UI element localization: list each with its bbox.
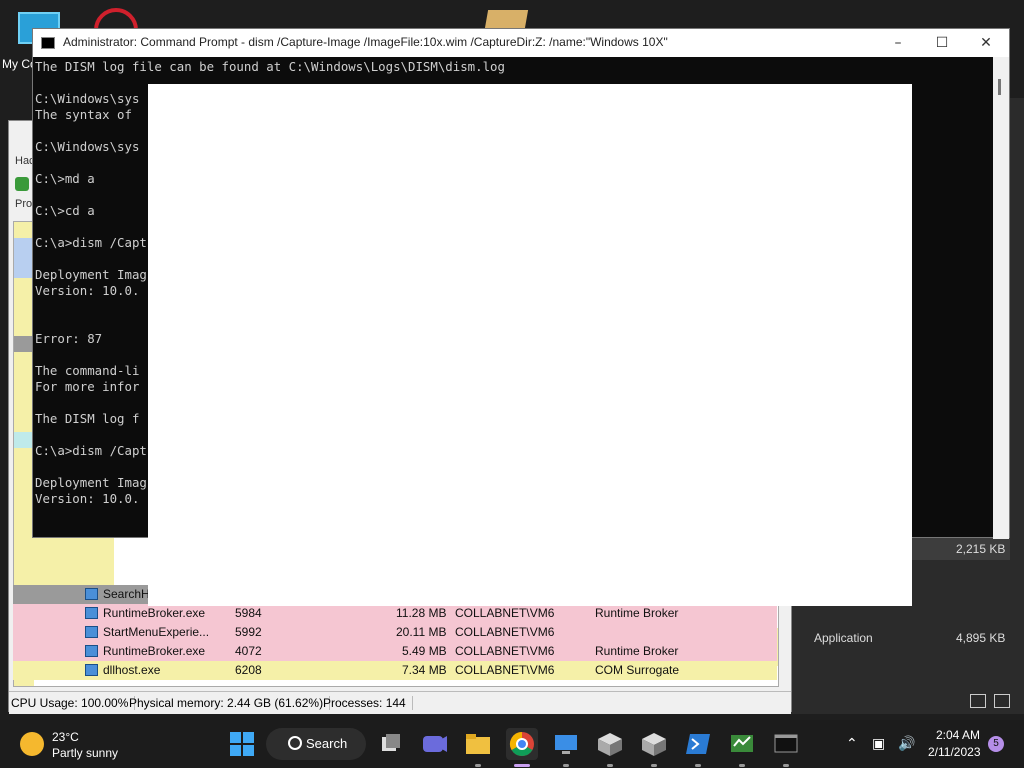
chevron-up-icon[interactable]: ⌃ xyxy=(846,736,858,752)
table-row[interactable]: RuntimeBroker.exe 5984 11.28 MB COLLABNE… xyxy=(13,604,777,623)
process-name: RuntimeBroker.exe xyxy=(103,606,206,620)
table-row[interactable]: RuntimeBroker.exe 4072 5.49 MB COLLABNET… xyxy=(13,642,777,661)
process-icon xyxy=(85,588,98,600)
process-user: COLLABNET\VM6 xyxy=(455,663,555,677)
cpu-usage: CPU Usage: 100.00% xyxy=(11,696,136,710)
terminal-icon[interactable] xyxy=(770,728,802,760)
clock-date[interactable]: 2/11/2023 xyxy=(928,745,981,759)
process-pid: 5992 xyxy=(235,625,262,639)
maximize-button[interactable]: ☐ xyxy=(927,33,957,53)
taskbar: 23°C Partly sunny Search ⌃ ▣ 🔊 2:04 AM 2… xyxy=(0,720,1024,768)
details-value: 4,895 KB xyxy=(956,631,1006,645)
package-app-icon[interactable] xyxy=(594,728,626,760)
process-name: StartMenuExperie... xyxy=(103,625,210,639)
details-view-icon[interactable] xyxy=(994,694,1010,708)
console-line: The DISM log file can be found at C:\Win… xyxy=(35,59,505,74)
list-view-icon[interactable] xyxy=(970,694,986,708)
process-count: Processes: 144 xyxy=(323,696,413,710)
scrollbar-thumb[interactable] xyxy=(998,79,1001,95)
notification-badge[interactable]: 5 xyxy=(988,736,1004,752)
package-app-icon-2[interactable] xyxy=(638,728,670,760)
start-icon[interactable] xyxy=(226,728,258,760)
scrollbar[interactable] xyxy=(993,57,1009,539)
process-description: Runtime Broker xyxy=(595,606,679,620)
system-monitor-icon[interactable] xyxy=(726,728,758,760)
title-bar[interactable]: Administrator: Command Prompt - dism /Ca… xyxy=(33,29,1009,57)
process-name: RuntimeBroker.exe xyxy=(103,644,206,658)
details-value: 2,215 KB xyxy=(956,542,1006,556)
process-icon xyxy=(85,626,98,638)
powershell-icon[interactable] xyxy=(682,728,714,760)
remote-desktop-icon[interactable] xyxy=(550,728,582,760)
physical-memory: Physical memory: 2.44 GB (61.62%) xyxy=(129,696,331,710)
process-pid: 5984 xyxy=(235,606,262,620)
process-user: COLLABNET\VM6 xyxy=(455,606,555,620)
process-memory: 7.34 MB xyxy=(402,663,447,677)
process-name: SearchH xyxy=(103,587,150,601)
process-memory: 20.11 MB xyxy=(396,625,447,639)
table-row[interactable]: StartMenuExperie... 5992 20.11 MB COLLAB… xyxy=(13,623,777,642)
search-icon xyxy=(288,736,302,750)
process-user: COLLABNET\VM6 xyxy=(455,644,555,658)
chrome-icon[interactable] xyxy=(506,728,538,760)
cmd-icon xyxy=(41,37,55,49)
clock-time[interactable]: 2:04 AM xyxy=(936,728,980,742)
weather-icon[interactable] xyxy=(20,732,44,756)
window-title: Administrator: Command Prompt - dism /Ca… xyxy=(63,35,668,49)
close-button[interactable]: ✕ xyxy=(971,33,1001,53)
table-row[interactable]: dllhost.exe 6208 7.34 MB COLLABNET\VM6 C… xyxy=(13,661,777,680)
process-memory: 11.28 MB xyxy=(396,606,447,620)
weather-description[interactable]: Partly sunny xyxy=(52,746,118,760)
volume-icon[interactable]: 🔊 xyxy=(898,736,915,752)
process-memory: 5.49 MB xyxy=(402,644,447,658)
details-label: Application xyxy=(814,631,873,645)
process-description: Runtime Broker xyxy=(595,644,679,658)
process-icon xyxy=(85,645,98,657)
search-button[interactable]: Search xyxy=(266,728,366,760)
blank-dialog[interactable] xyxy=(148,84,912,606)
network-icon[interactable]: ▣ xyxy=(872,736,885,752)
teams-chat-icon[interactable] xyxy=(418,728,450,760)
process-pid: 4072 xyxy=(235,644,262,658)
refresh-icon[interactable] xyxy=(15,177,29,191)
search-label: Search xyxy=(306,736,348,751)
status-bar: CPU Usage: 100.00% Physical memory: 2.44… xyxy=(9,691,791,714)
weather-temperature[interactable]: 23°C xyxy=(52,730,79,744)
process-user: COLLABNET\VM6 xyxy=(455,625,555,639)
process-name: dllhost.exe xyxy=(103,663,161,677)
process-icon xyxy=(85,607,98,619)
process-description: COM Surrogate xyxy=(595,663,680,677)
minimize-button[interactable]: – xyxy=(883,33,913,53)
task-view-icon[interactable] xyxy=(376,728,408,760)
tab-label[interactable]: Pro xyxy=(15,198,32,210)
process-pid: 6208 xyxy=(235,663,262,677)
process-icon xyxy=(85,664,98,676)
file-explorer-icon[interactable] xyxy=(462,728,494,760)
